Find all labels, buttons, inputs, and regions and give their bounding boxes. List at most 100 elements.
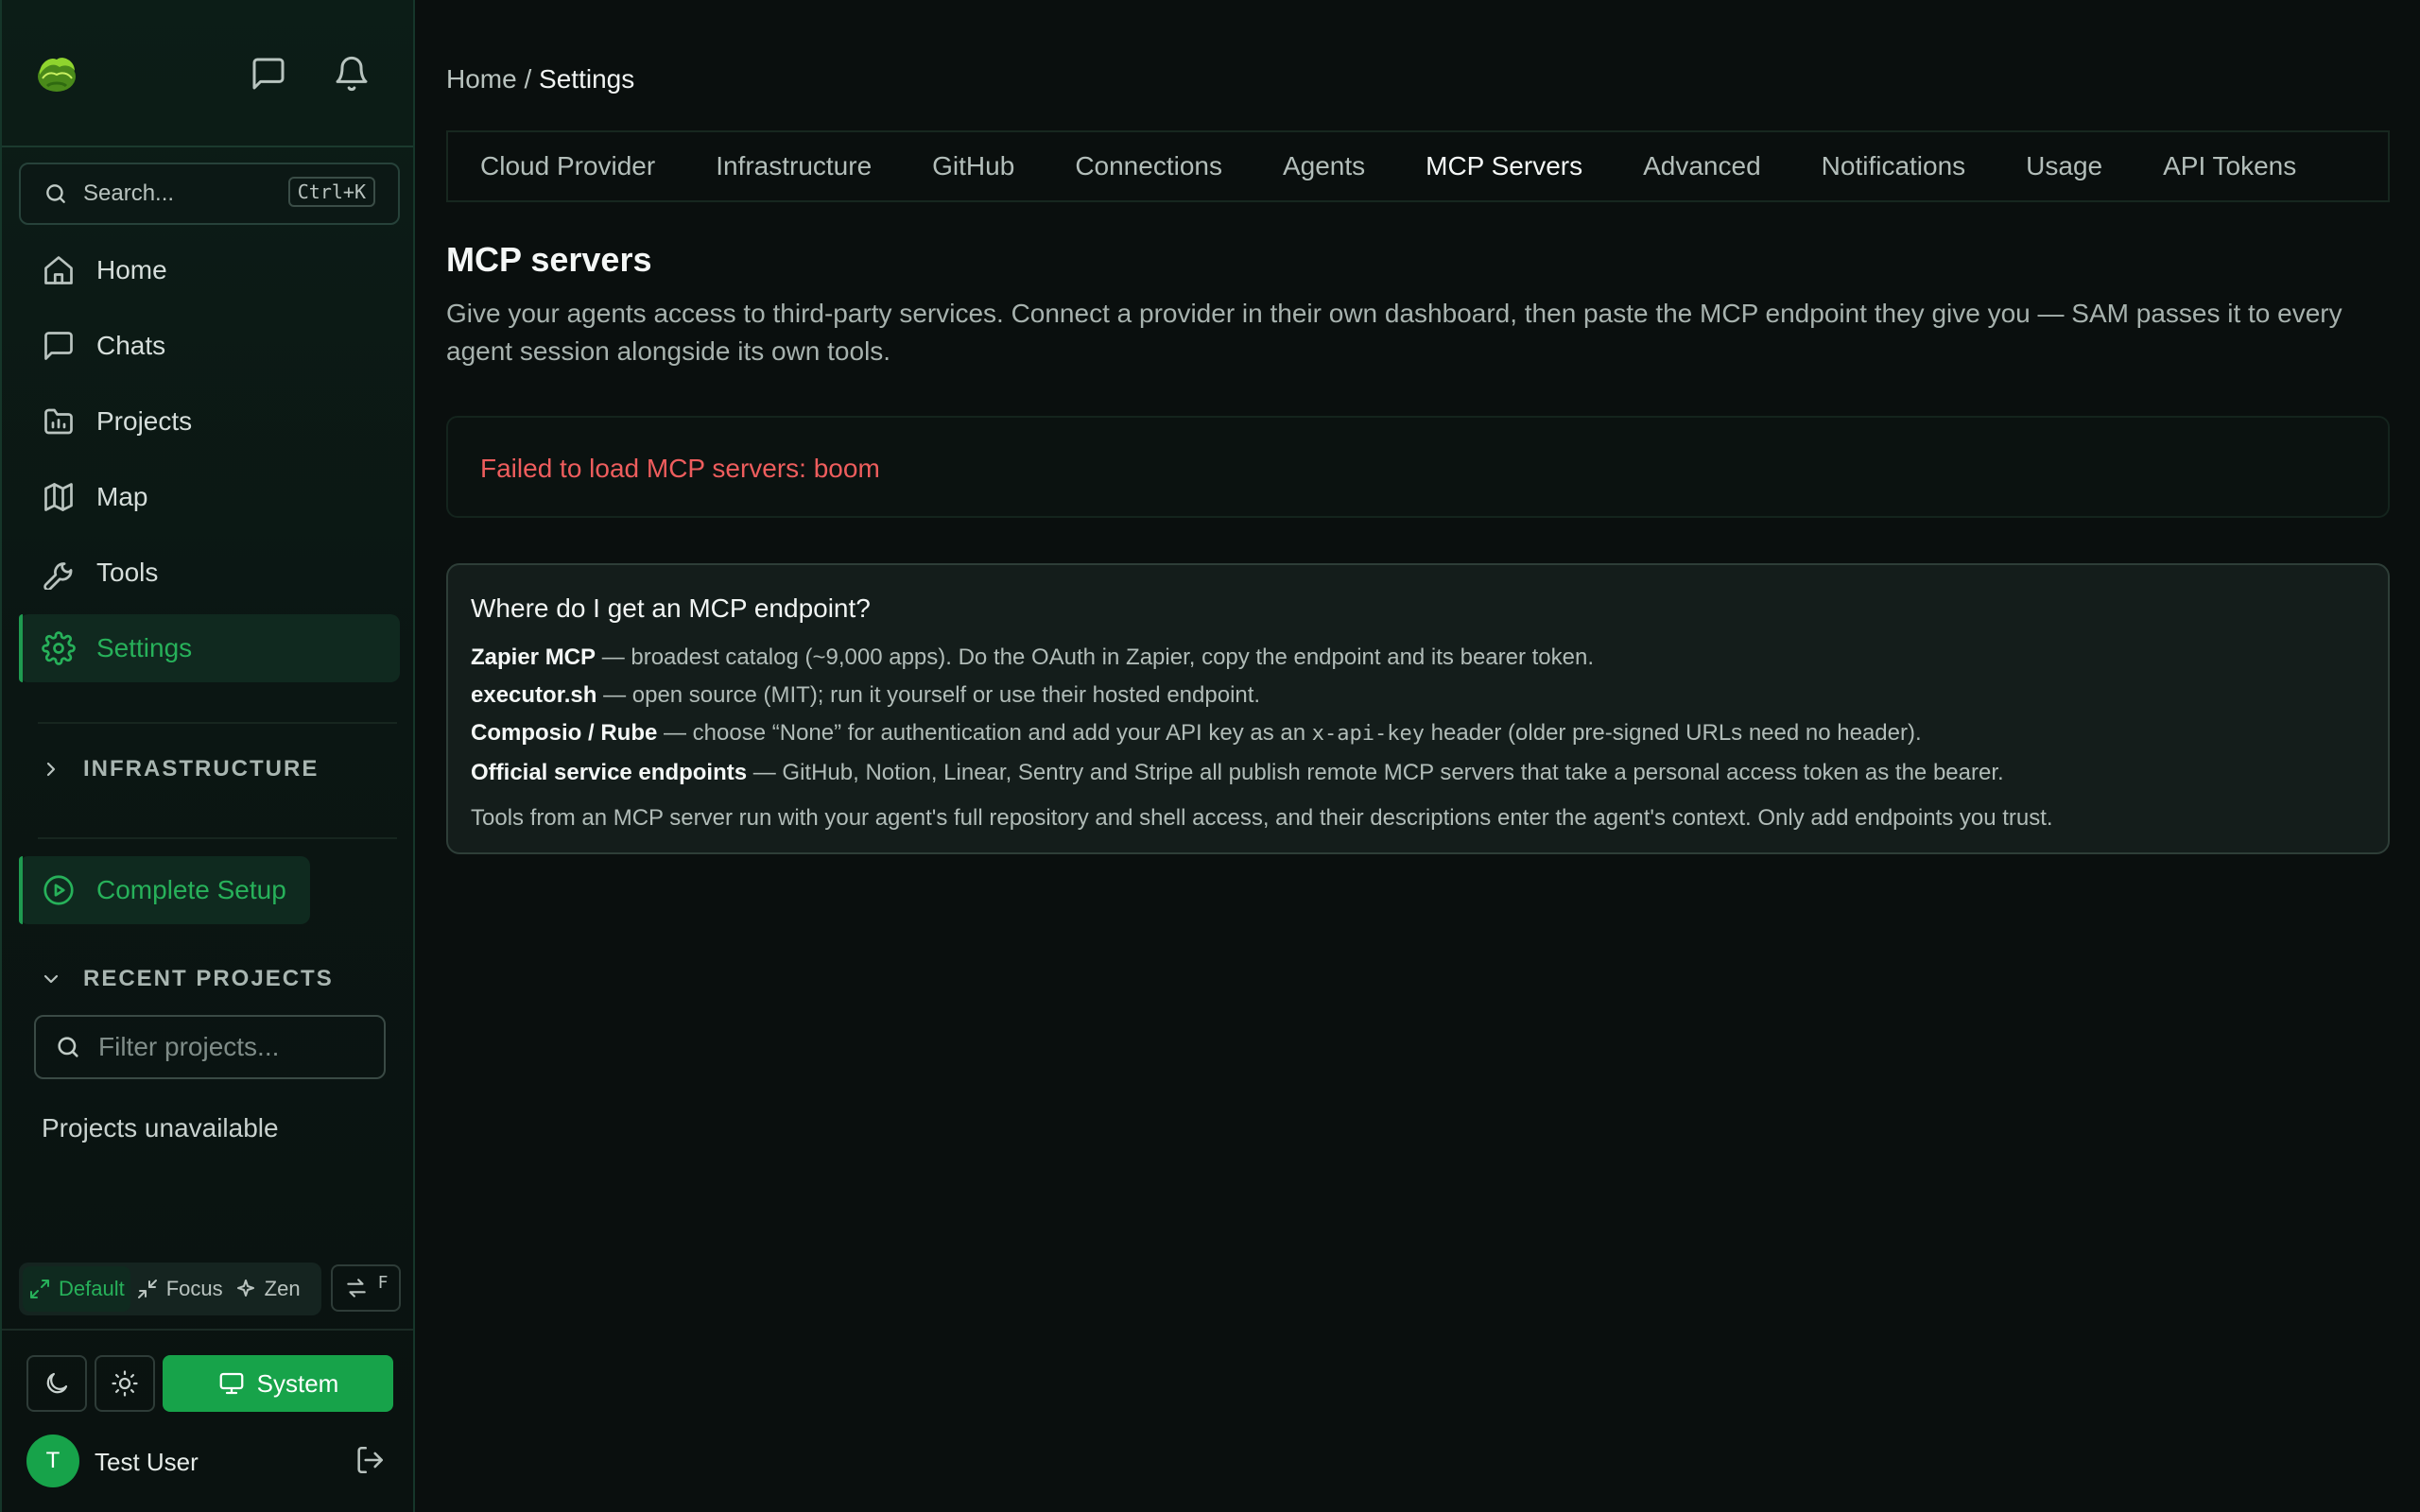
breadcrumb-separator: / (516, 64, 540, 94)
tab-cloud-provider[interactable]: Cloud Provider (480, 151, 655, 181)
breadcrumb: Home / Settings (446, 64, 634, 94)
tab-advanced[interactable]: Advanced (1643, 151, 1761, 181)
avatar[interactable]: T (26, 1435, 79, 1487)
map-icon (42, 480, 76, 514)
tab-github[interactable]: GitHub (932, 151, 1014, 181)
sidebar-item-projects[interactable]: Projects (19, 387, 400, 455)
dark-theme-button[interactable] (26, 1355, 87, 1412)
chat-icon (42, 329, 76, 363)
recent-projects-toggle[interactable]: RECENT PROJECTS (40, 966, 334, 992)
sidebar: Search... Ctrl+K Home Chats Projects Map… (0, 0, 415, 1512)
tab-agents[interactable]: Agents (1283, 151, 1365, 181)
help-item-text: — GitHub, Notion, Linear, Sentry and Str… (747, 760, 2004, 785)
help-item-composio: Composio / Rube — choose “None” for auth… (471, 720, 1922, 747)
sidebar-item-tools[interactable]: Tools (19, 539, 400, 607)
gear-icon (42, 631, 76, 665)
help-item-text: — broadest catalog (~9,000 apps). Do the… (596, 644, 1595, 670)
light-theme-button[interactable] (95, 1355, 155, 1412)
tab-infrastructure[interactable]: Infrastructure (716, 151, 872, 181)
sidebar-item-label: Settings (96, 633, 193, 662)
sidebar-item-label: Map (96, 482, 148, 511)
help-item-executor: executor.sh — open source (MIT); run it … (471, 682, 1260, 709)
system-theme-label: System (256, 1368, 339, 1398)
sidebar-item-map[interactable]: Map (19, 463, 400, 531)
swap-layout-button[interactable]: F (331, 1264, 401, 1312)
search-icon (55, 1034, 81, 1060)
projects-icon (42, 404, 76, 438)
search-placeholder: Search... (83, 180, 175, 206)
divider (38, 837, 397, 839)
tab-connections[interactable]: Connections (1075, 151, 1222, 181)
expand-icon (28, 1278, 51, 1300)
breadcrumb-home-link[interactable]: Home (446, 64, 517, 94)
breadcrumb-current: Settings (539, 64, 635, 94)
error-message: Failed to load MCP servers: boom (480, 454, 880, 483)
sidebar-item-home[interactable]: Home (19, 236, 400, 304)
help-item-name: Zapier MCP (471, 644, 596, 670)
search-input[interactable]: Search... Ctrl+K (19, 163, 400, 225)
help-title: Where do I get an MCP endpoint? (471, 593, 871, 623)
help-item-text: header (older pre-signed URLs need no he… (1424, 720, 1922, 746)
filter-placeholder: Filter projects... (98, 1032, 280, 1061)
help-security-note: Tools from an MCP server run with your a… (471, 805, 2053, 831)
moon-icon (43, 1369, 71, 1398)
mode-label: Default (59, 1277, 125, 1300)
sidebar-item-settings[interactable]: Settings (19, 614, 400, 682)
sidebar-item-label: Tools (96, 558, 159, 587)
sidebar-item-label: Projects (96, 406, 193, 436)
mode-focus-button[interactable]: Focus (130, 1266, 229, 1312)
settings-tabs: Cloud Provider Infrastructure GitHub Con… (446, 130, 2390, 202)
complete-setup-label: Complete Setup (96, 875, 286, 904)
tab-notifications[interactable]: Notifications (1822, 151, 1966, 181)
mode-label: Zen (264, 1277, 301, 1300)
sun-icon (111, 1369, 139, 1398)
help-item-text: — choose “None” for authentication and a… (657, 720, 1312, 746)
sidebar-item-label: Chats (96, 331, 166, 360)
user-name: Test User (95, 1448, 199, 1476)
sidebar-item-label: Home (96, 255, 167, 284)
filter-projects-input[interactable]: Filter projects... (34, 1015, 386, 1079)
section-label: INFRASTRUCTURE (83, 756, 320, 782)
projects-unavailable-text: Projects unavailable (42, 1113, 279, 1143)
chevron-right-icon (40, 758, 62, 781)
help-item-name: executor.sh (471, 682, 597, 708)
mode-zen-button[interactable]: Zen (229, 1266, 306, 1312)
layout-mode-switcher: Default Focus Zen (19, 1263, 321, 1315)
mcp-endpoint-help-card: Where do I get an MCP endpoint? Zapier M… (446, 563, 2390, 854)
tab-api-tokens[interactable]: API Tokens (2163, 151, 2296, 181)
help-item-name: Official service endpoints (471, 760, 748, 785)
sidebar-nav: Home Chats Projects Map Tools Settings (19, 236, 400, 690)
sidebar-footer: System T Test User (2, 1329, 413, 1512)
logout-icon[interactable] (354, 1444, 386, 1476)
home-icon (42, 253, 76, 287)
play-circle-icon (42, 873, 76, 907)
page-title: MCP servers (446, 240, 652, 279)
minimize-icon (136, 1278, 159, 1300)
help-item-code: x-api-key (1311, 722, 1425, 746)
mode-label: Focus (165, 1277, 223, 1300)
help-item-name: Composio / Rube (471, 720, 658, 746)
monitor-icon (217, 1369, 246, 1398)
page-description: Give your agents access to third-party s… (446, 299, 2342, 366)
help-item-text: — open source (MIT); run it yourself or … (596, 682, 1261, 708)
complete-setup-button[interactable]: Complete Setup (19, 856, 310, 924)
search-shortcut: Ctrl+K (287, 177, 375, 207)
section-label: RECENT PROJECTS (83, 966, 334, 991)
notifications-bell-icon[interactable] (333, 55, 371, 93)
tab-usage[interactable]: Usage (2026, 151, 2102, 181)
swap-shortcut-key: F (377, 1272, 389, 1293)
system-theme-button[interactable]: System (163, 1355, 393, 1412)
arrows-swap-icon (344, 1276, 369, 1300)
messages-icon[interactable] (250, 55, 287, 93)
divider (38, 722, 397, 724)
sidebar-header (2, 0, 413, 147)
help-item-zapier: Zapier MCP — broadest catalog (~9,000 ap… (471, 644, 1594, 671)
infrastructure-section-toggle[interactable]: INFRASTRUCTURE (40, 756, 319, 782)
wrench-icon (42, 556, 76, 590)
mode-default-button[interactable]: Default (23, 1266, 130, 1312)
error-alert: Failed to load MCP servers: boom (446, 416, 2390, 518)
app-logo-icon[interactable] (33, 52, 80, 95)
tab-mcp-servers[interactable]: MCP Servers (1426, 151, 1582, 181)
sidebar-item-chats[interactable]: Chats (19, 312, 400, 380)
help-item-official: Official service endpoints — GitHub, Not… (471, 760, 2004, 786)
